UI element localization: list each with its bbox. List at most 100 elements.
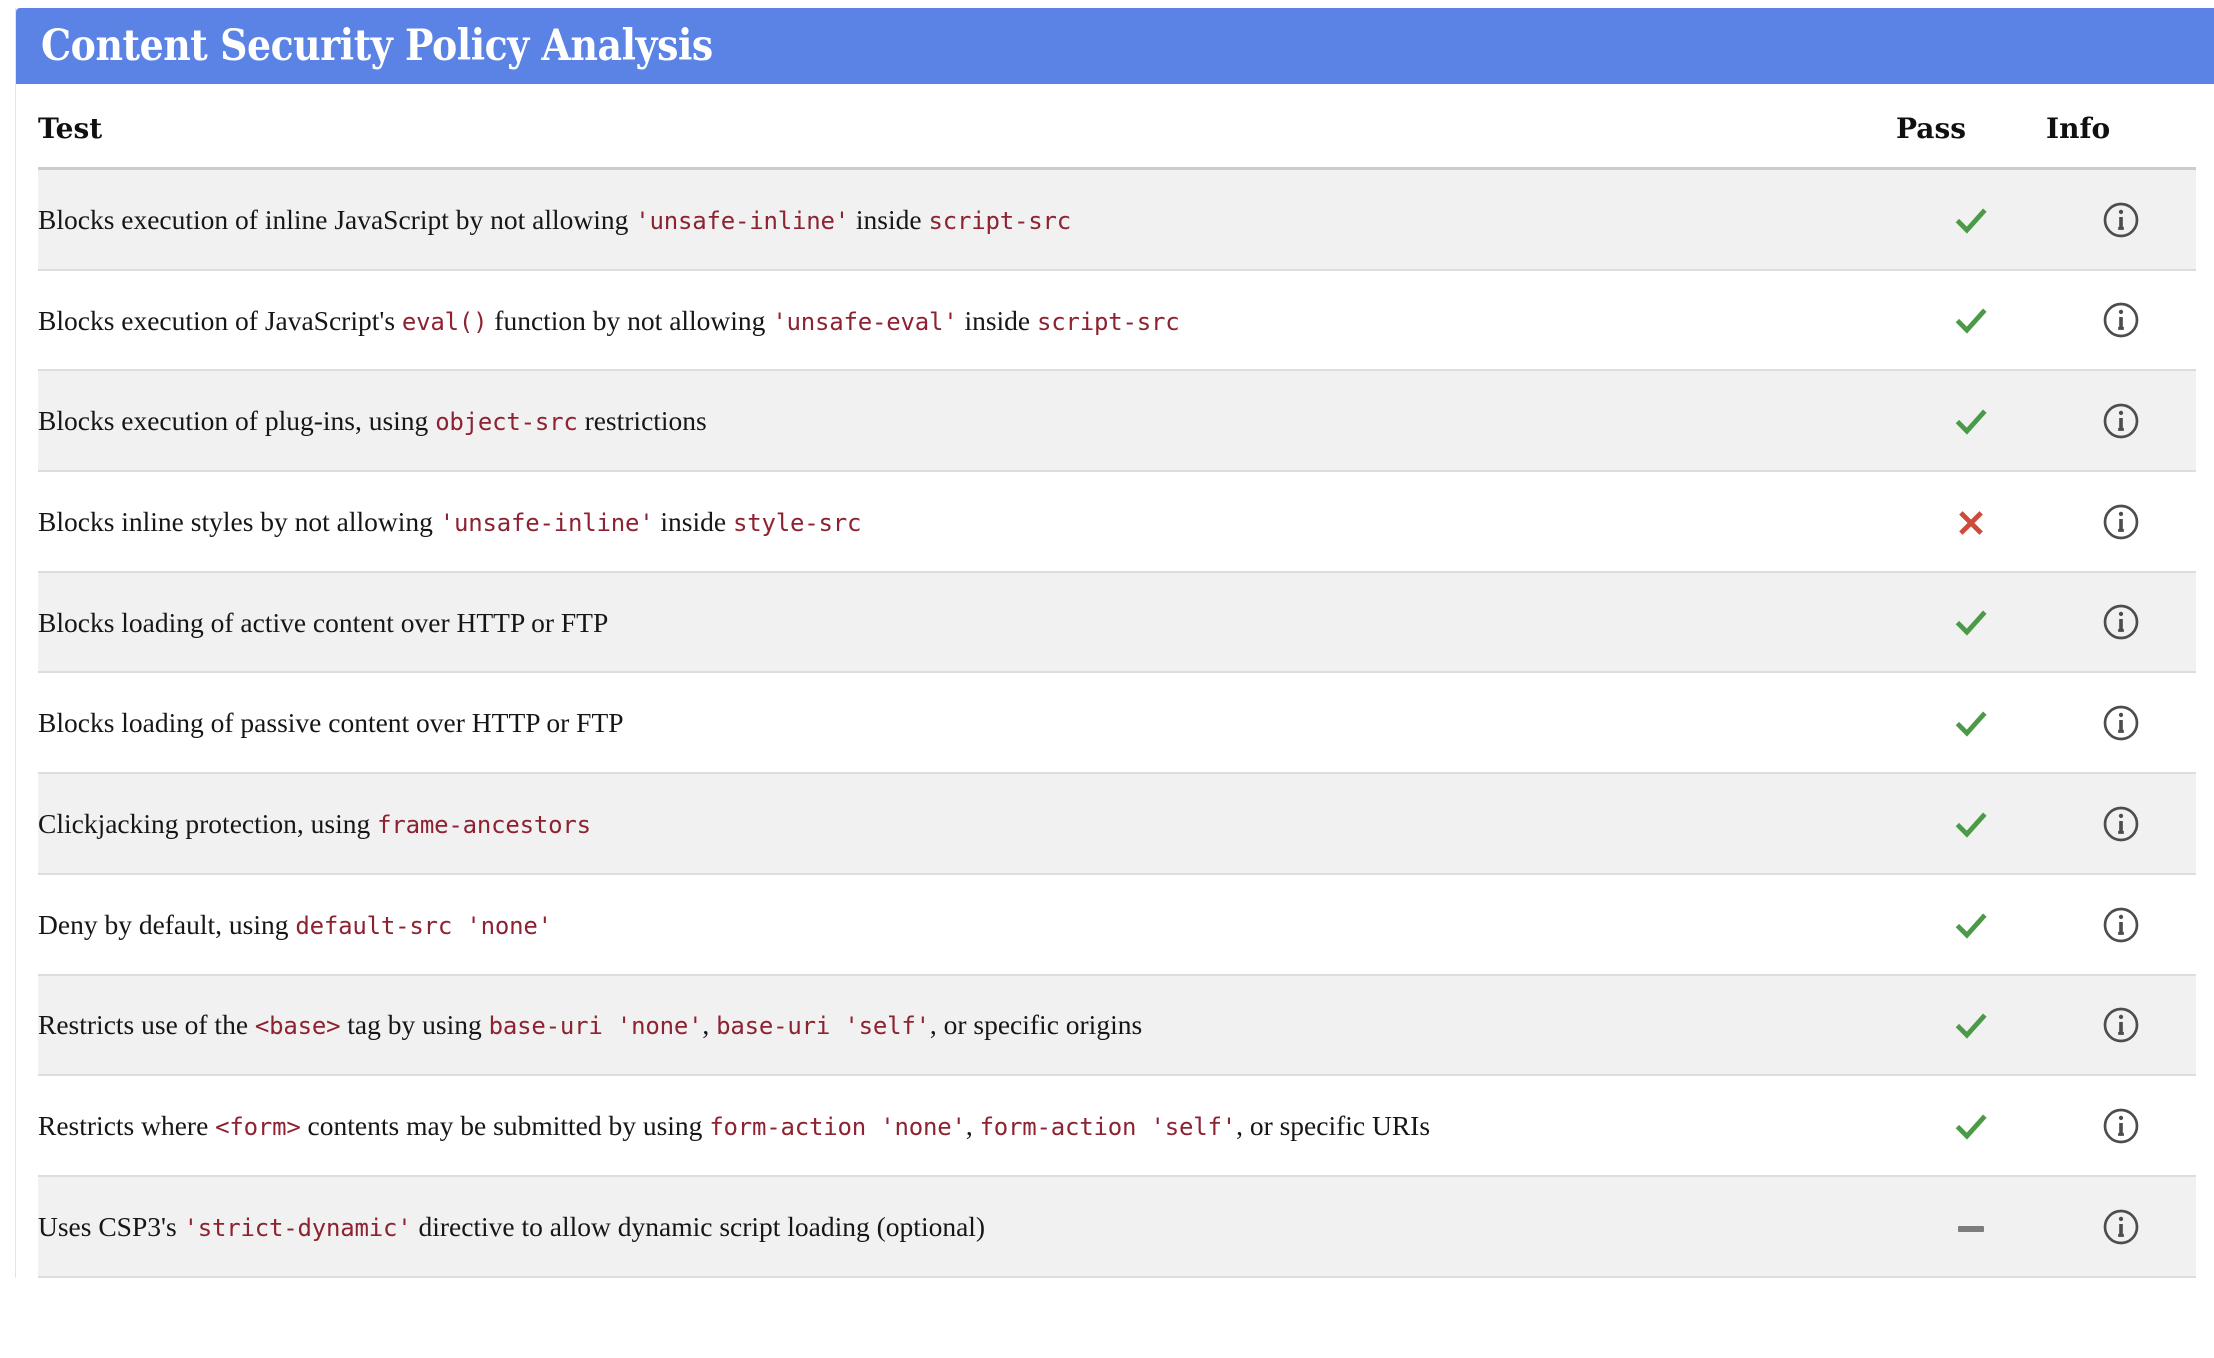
table-row: Blocks loading of passive content over H… [38,672,2196,775]
info-icon[interactable] [2102,704,2140,742]
info-icon[interactable] [2102,805,2140,843]
csp-directive-code: eval() [401,307,488,336]
csp-analysis-page: Content Security Policy Analysis Test Pa… [0,0,2214,1358]
pass-status-cell [1896,471,2046,573]
pass-check-icon [1954,909,1988,943]
test-description-cell: Blocks execution of inline JavaScript by… [38,168,1896,271]
test-text: , [702,1009,717,1041]
info-cell[interactable] [2046,1075,2196,1177]
table-container: Test Pass Info Blocks execution of inlin… [16,84,2214,1278]
test-description-cell: Blocks inline styles by not allowing 'un… [38,471,1896,573]
test-text: inside [849,203,929,235]
test-text: function by not allowing [487,304,773,336]
test-description-cell: Restricts use of the <base> tag by using… [38,974,1896,1077]
pass-status-cell [1896,873,2046,976]
csp-directive-code: script-src [928,206,1071,235]
page-title: Content Security Policy Analysis [41,20,713,71]
pass-status-cell [1896,1175,2046,1278]
table-row: Uses CSP3's 'strict-dynamic' directive t… [38,1175,2196,1278]
pass-check-icon [1954,304,1988,338]
info-cell[interactable] [2046,672,2196,775]
test-text: Restricts where [38,1110,216,1142]
pass-status-cell [1896,269,2046,372]
info-cell[interactable] [2046,471,2196,573]
info-cell[interactable] [2046,773,2196,875]
info-icon[interactable] [2102,503,2140,541]
csp-analysis-card: Content Security Policy Analysis Test Pa… [15,8,2214,1278]
not-applicable-dash-icon [1958,1226,1984,1233]
pass-status-cell [1896,571,2046,674]
test-text: Blocks loading of passive content over H… [38,707,624,739]
info-icon[interactable] [2102,201,2140,239]
pass-status-cell [1896,974,2046,1077]
pass-check-icon [1954,1009,1988,1043]
pass-status-cell [1896,168,2046,271]
csp-directive-code: default-src 'none' [295,911,552,940]
csp-directive-code: frame-ancestors [377,810,591,839]
info-cell[interactable] [2046,269,2196,372]
table-row: Clickjacking protection, using frame-anc… [38,773,2196,875]
pass-status-cell [1896,672,2046,775]
table-row: Blocks loading of active content over HT… [38,571,2196,674]
test-text: Blocks execution of inline JavaScript by… [38,203,636,235]
fail-cross-icon [1955,507,1987,539]
csp-directive-code: style-src [733,508,862,537]
test-text: restrictions [577,405,707,437]
test-description-cell: Restricts where <form> contents may be s… [38,1075,1896,1177]
info-cell[interactable] [2046,571,2196,674]
test-text: , [965,1110,980,1142]
table-row: Blocks execution of inline JavaScript by… [38,168,2196,271]
pass-check-icon [1954,606,1988,640]
csp-results-table: Test Pass Info Blocks execution of inlin… [38,84,2196,1278]
info-icon[interactable] [2102,402,2140,440]
table-row: Deny by default, using default-src 'none… [38,873,2196,976]
table-row: Blocks execution of plug-ins, using obje… [38,370,2196,473]
pass-status-cell [1896,370,2046,473]
info-cell[interactable] [2046,168,2196,271]
test-text: tag by using [340,1009,489,1041]
table-head: Test Pass Info [38,84,2196,170]
info-icon[interactable] [2102,1208,2140,1246]
test-text: Blocks loading of active content over HT… [38,606,609,638]
csp-directive-code: <form> [215,1113,301,1142]
pass-check-icon [1954,808,1988,842]
test-description-cell: Blocks execution of JavaScript's eval() … [38,269,1896,372]
table-row: Blocks inline styles by not allowing 'un… [38,471,2196,573]
table-body: Blocks execution of inline JavaScript by… [38,168,2196,1278]
csp-directive-code: 'strict-dynamic' [183,1213,412,1242]
column-header-info: Info [2046,84,2196,170]
column-header-pass: Pass [1896,84,2046,170]
pass-check-icon [1954,1110,1988,1144]
table-row: Restricts where <form> contents may be s… [38,1075,2196,1177]
test-text: Uses CSP3's [38,1210,184,1242]
pass-check-icon [1954,204,1988,238]
info-icon[interactable] [2102,906,2140,944]
info-icon[interactable] [2102,301,2140,339]
csp-directive-code: base-uri 'none' [488,1012,703,1041]
pass-check-icon [1954,707,1988,741]
column-header-test: Test [38,84,1896,170]
test-text: contents may be submitted by using [300,1110,710,1142]
table-header-row: Test Pass Info [38,84,2196,170]
table-row: Blocks execution of JavaScript's eval() … [38,269,2196,372]
info-icon[interactable] [2102,1107,2140,1145]
test-text: , or specific origins [929,1009,1143,1041]
csp-directive-code: 'unsafe-inline' [439,508,654,537]
info-icon[interactable] [2102,1006,2140,1044]
info-cell[interactable] [2046,974,2196,1077]
csp-directive-code: script-src [1037,307,1180,336]
test-description-cell: Deny by default, using default-src 'none… [38,873,1896,976]
info-icon[interactable] [2102,603,2140,641]
test-description-cell: Blocks loading of passive content over H… [38,672,1896,775]
test-description-cell: Blocks loading of active content over HT… [38,571,1896,674]
pass-status-cell [1896,773,2046,875]
test-description-cell: Uses CSP3's 'strict-dynamic' directive t… [38,1175,1896,1278]
info-cell[interactable] [2046,873,2196,976]
info-cell[interactable] [2046,1175,2196,1278]
csp-directive-code: <base> [254,1012,341,1041]
test-description-cell: Clickjacking protection, using frame-anc… [38,773,1896,875]
test-text: directive to allow dynamic script loadin… [411,1210,986,1242]
info-cell[interactable] [2046,370,2196,473]
test-text: inside [653,505,733,537]
test-text: inside [957,304,1038,336]
